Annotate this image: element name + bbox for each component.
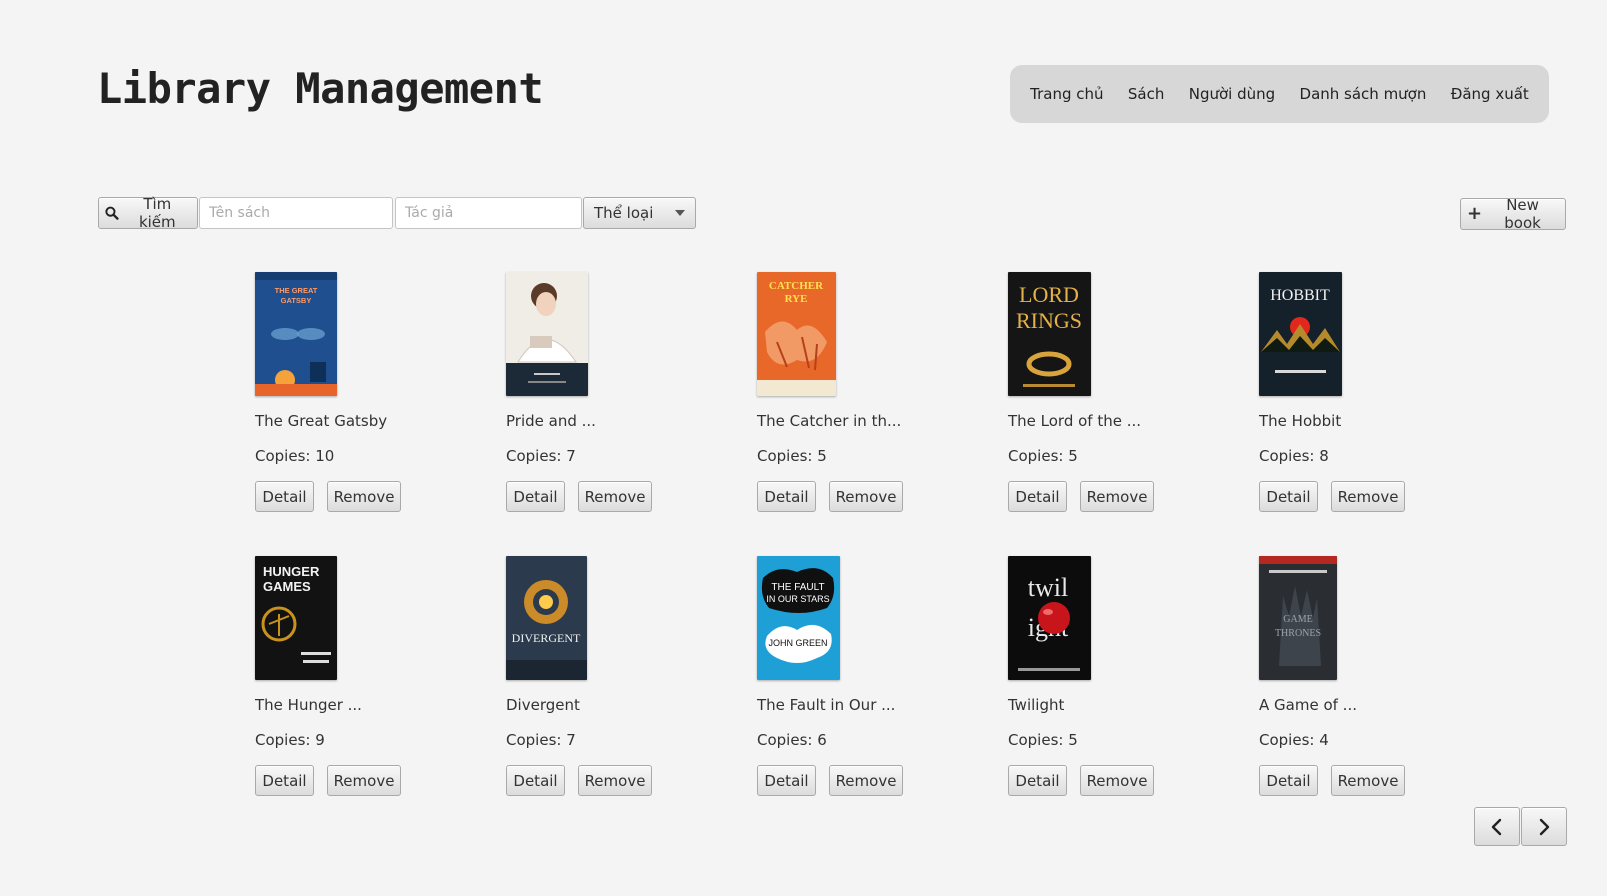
book-cover-image: DIVERGENT xyxy=(506,556,587,680)
app-title: Library Management xyxy=(97,64,544,113)
remove-button[interactable]: Remove xyxy=(829,481,903,512)
book-copies: Copies: 5 xyxy=(1008,447,1078,465)
book-copies: Copies: 9 xyxy=(255,731,325,749)
book-cover-image xyxy=(506,272,588,396)
book-copies: Copies: 4 xyxy=(1259,731,1329,749)
detail-button[interactable]: Detail xyxy=(757,481,816,512)
search-button-label: Tìm kiếm xyxy=(138,195,176,231)
remove-button[interactable]: Remove xyxy=(578,765,652,796)
book-title: The Lord of the ... xyxy=(1008,412,1142,430)
detail-button[interactable]: Detail xyxy=(255,481,314,512)
book-title: The Hobbit xyxy=(1259,412,1342,430)
remove-button[interactable]: Remove xyxy=(327,481,401,512)
detail-button[interactable]: Detail xyxy=(757,765,816,796)
book-cover-image: THE FAULT IN OUR STARS JOHN GREEN xyxy=(757,556,840,680)
svg-text:CATCHER: CATCHER xyxy=(769,280,824,292)
svg-text:THE FAULT: THE FAULT xyxy=(771,582,824,593)
book-copies: Copies: 5 xyxy=(1008,731,1078,749)
remove-button[interactable]: Remove xyxy=(1080,765,1154,796)
book-cover-image: CATCHER RYE xyxy=(757,272,836,396)
category-select[interactable]: Thể loại xyxy=(583,197,696,229)
svg-text:GAMES: GAMES xyxy=(263,579,311,594)
next-page-button[interactable] xyxy=(1521,807,1567,846)
detail-button[interactable]: Detail xyxy=(506,765,565,796)
book-cover-image: HOBBIT xyxy=(1259,272,1342,396)
book-cover-image: LORD RINGS xyxy=(1008,272,1091,396)
search-icon xyxy=(105,206,119,220)
new-book-button[interactable]: + New book xyxy=(1460,196,1566,232)
book-title: The Hunger ... xyxy=(255,696,362,714)
detail-button[interactable]: Detail xyxy=(506,481,565,512)
detail-button[interactable]: Detail xyxy=(1259,765,1318,796)
book-cover-image: twil ight xyxy=(1008,556,1091,680)
book-title: Divergent xyxy=(506,696,580,714)
remove-button[interactable]: Remove xyxy=(327,765,401,796)
book-title: Pride and ... xyxy=(506,412,596,430)
book-cover-image: GAME THRONES xyxy=(1259,556,1337,680)
nav-item-books[interactable]: Sách xyxy=(1128,85,1164,103)
nav-item-logout[interactable]: Đăng xuất xyxy=(1451,85,1529,103)
category-select-value: Thể loại xyxy=(594,204,654,222)
search-button[interactable]: Tìm kiếm xyxy=(98,195,198,231)
detail-button[interactable]: Detail xyxy=(1259,481,1318,512)
svg-text:RYE: RYE xyxy=(785,293,808,305)
book-copies: Copies: 7 xyxy=(506,447,576,465)
book-title: The Fault in Our ... xyxy=(757,696,896,714)
book-copies: Copies: 5 xyxy=(757,447,827,465)
previous-page-button[interactable] xyxy=(1474,807,1520,846)
book-copies: Copies: 8 xyxy=(1259,447,1329,465)
author-input[interactable] xyxy=(395,197,582,229)
remove-button[interactable]: Remove xyxy=(1080,481,1154,512)
chevron-left-icon xyxy=(1491,818,1502,835)
svg-text:LORD: LORD xyxy=(1019,282,1079,307)
book-title: The Great Gatsby xyxy=(255,412,388,430)
book-cover-image: HUNGER GAMES xyxy=(255,556,337,680)
nav-item-home[interactable]: Trang chủ xyxy=(1030,85,1103,103)
svg-text:DIVERGENT: DIVERGENT xyxy=(512,631,581,645)
detail-button[interactable]: Detail xyxy=(255,765,314,796)
book-cover-image: THE GREAT GATSBY xyxy=(255,272,337,396)
chevron-right-icon xyxy=(1539,818,1550,835)
nav-bar: Trang chủ Sách Người dùng Danh sách mượn… xyxy=(1010,65,1549,123)
nav-item-users[interactable]: Người dùng xyxy=(1189,85,1275,103)
svg-text:IN OUR STARS: IN OUR STARS xyxy=(766,594,829,604)
svg-text:GAME: GAME xyxy=(1283,614,1312,625)
detail-button[interactable]: Detail xyxy=(1008,481,1067,512)
svg-text:twil: twil xyxy=(1028,573,1068,602)
plus-icon: + xyxy=(1467,203,1483,224)
nav-item-borrow-list[interactable]: Danh sách mượn xyxy=(1300,85,1427,103)
chevron-down-icon xyxy=(675,210,685,216)
remove-button[interactable]: Remove xyxy=(578,481,652,512)
new-book-button-label: New book xyxy=(1504,196,1541,232)
remove-button[interactable]: Remove xyxy=(829,765,903,796)
remove-button[interactable]: Remove xyxy=(1331,765,1405,796)
book-title: The Catcher in th... xyxy=(757,412,902,430)
svg-text:GATSBY: GATSBY xyxy=(281,296,312,305)
svg-text:HUNGER: HUNGER xyxy=(263,564,320,579)
book-copies: Copies: 10 xyxy=(255,447,335,465)
book-copies: Copies: 7 xyxy=(506,731,576,749)
book-copies: Copies: 6 xyxy=(757,731,827,749)
svg-text:THRONES: THRONES xyxy=(1275,628,1321,639)
book-title: Twilight xyxy=(1008,696,1065,714)
detail-button[interactable]: Detail xyxy=(1008,765,1067,796)
svg-text:JOHN GREEN: JOHN GREEN xyxy=(768,638,827,648)
remove-button[interactable]: Remove xyxy=(1331,481,1405,512)
svg-text:THE GREAT: THE GREAT xyxy=(275,286,318,295)
svg-text:RINGS: RINGS xyxy=(1016,308,1082,333)
book-name-input[interactable] xyxy=(199,197,393,229)
svg-text:HOBBIT: HOBBIT xyxy=(1270,287,1330,304)
book-title: A Game of ... xyxy=(1259,696,1357,714)
